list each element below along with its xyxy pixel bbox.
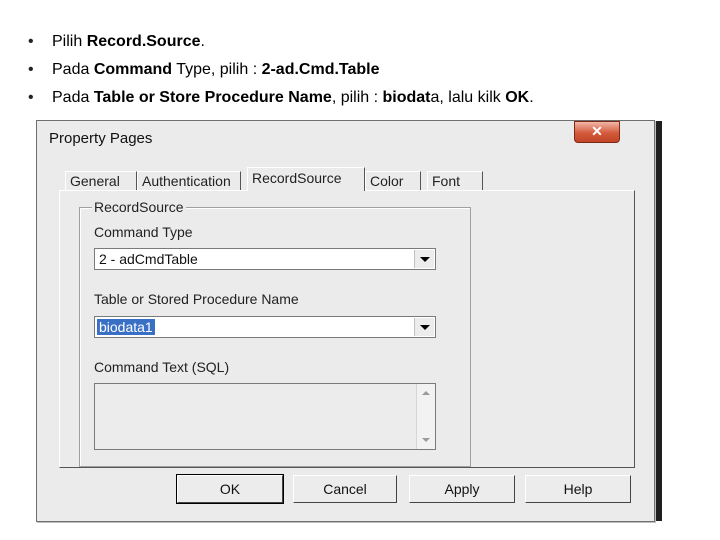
instruction-bold: Command [93, 61, 173, 78]
table-name-select[interactable]: biodata1 [94, 316, 436, 338]
instruction-bold: OK [505, 89, 530, 106]
close-button[interactable]: ✕ [574, 121, 620, 143]
ok-button[interactable]: OK [176, 474, 284, 504]
group-legend: RecordSource [92, 199, 186, 215]
instruction-text: Pada [52, 61, 94, 78]
command-type-value: 2 - adCmdTable [99, 251, 198, 267]
instruction-bold: Table or Store Procedure Name [93, 89, 332, 106]
command-text-field[interactable] [94, 383, 436, 450]
scroll-up-icon[interactable] [422, 391, 430, 395]
table-name-value: biodata1 [97, 319, 155, 335]
tab-general[interactable]: General [65, 171, 137, 190]
property-pages-dialog: Property Pages ✕ General Authentication … [36, 120, 662, 522]
table-name-label: Table or Stored Procedure Name [94, 291, 299, 307]
bullet-icon: • [28, 33, 34, 50]
instruction-text: Type, pilih : [172, 61, 262, 78]
dialog-title: Property Pages [49, 130, 153, 147]
apply-button[interactable]: Apply [409, 475, 515, 503]
window-edge [656, 121, 662, 521]
instruction-item: • Pada Command Type, pilih : 2-ad.Cmd.Tab… [28, 56, 534, 84]
tab-font[interactable]: Font [427, 171, 483, 190]
command-type-label: Command Type [94, 224, 193, 240]
scrollbar[interactable] [416, 384, 435, 449]
instruction-bold: biodat [382, 89, 431, 106]
instruction-text: . [200, 33, 205, 50]
instruction-text: a, lalu kilk [430, 89, 506, 106]
instruction-bold: Record.Source [86, 33, 201, 50]
command-text-label: Command Text (SQL) [94, 359, 230, 375]
scroll-down-icon[interactable] [422, 438, 430, 442]
help-button[interactable]: Help [525, 475, 631, 503]
instruction-list: • Pilih Record.Source. • Pada Command Type… [28, 28, 534, 112]
dropdown-button[interactable] [414, 318, 434, 336]
instruction-item: • Pada Table or Store Procedure Name, pil… [28, 84, 534, 112]
instruction-bold: 2-ad.Cmd.Table [261, 61, 380, 78]
instruction-text: . [529, 89, 534, 106]
bullet-icon: • [28, 61, 34, 78]
chevron-down-icon [420, 325, 430, 330]
tab-color[interactable]: Color [365, 171, 421, 190]
tab-recordsource[interactable]: RecordSource [247, 167, 365, 191]
tab-panel: RecordSource Command Type 2 - adCmdTable… [59, 190, 635, 468]
command-type-select[interactable]: 2 - adCmdTable [94, 248, 436, 270]
chevron-down-icon [420, 257, 430, 262]
bullet-icon: • [28, 89, 34, 106]
dropdown-button[interactable] [414, 250, 434, 268]
recordsource-group: RecordSource Command Type 2 - adCmdTable… [79, 199, 471, 467]
instruction-text: Pada [52, 89, 94, 106]
cancel-button[interactable]: Cancel [293, 475, 397, 503]
instruction-text: Pilih [52, 33, 87, 50]
tab-authentication[interactable]: Authentication [137, 171, 241, 190]
instruction-item: • Pilih Record.Source. [28, 28, 534, 56]
close-icon: ✕ [591, 123, 603, 139]
instruction-text: , pilih : [331, 89, 383, 106]
